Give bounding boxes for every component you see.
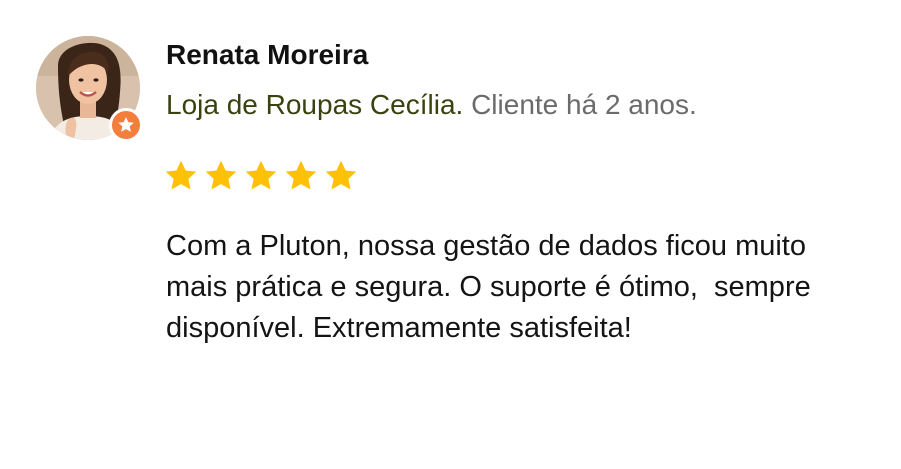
star-icon — [205, 160, 237, 190]
company-name: Loja de Roupas Cecília — [166, 89, 456, 120]
review-card: Renata Moreira Loja de Roupas Cecília. C… — [0, 0, 901, 469]
star-icon — [245, 160, 277, 190]
author-name: Renata Moreira — [166, 39, 369, 70]
star-rating — [163, 158, 359, 194]
author-subtitle: Loja de Roupas Cecília. Cliente há 2 ano… — [166, 86, 697, 124]
avatar-container — [36, 36, 143, 142]
star-icon — [325, 160, 357, 190]
customer-since: Cliente há 2 anos. — [471, 89, 697, 120]
star-icon — [285, 160, 317, 190]
subtitle-separator: . — [455, 89, 472, 120]
review-text: Com a Pluton, nossa gestão de dados fico… — [166, 230, 819, 344]
star-badge-icon — [109, 108, 143, 142]
star-icon — [165, 160, 197, 190]
